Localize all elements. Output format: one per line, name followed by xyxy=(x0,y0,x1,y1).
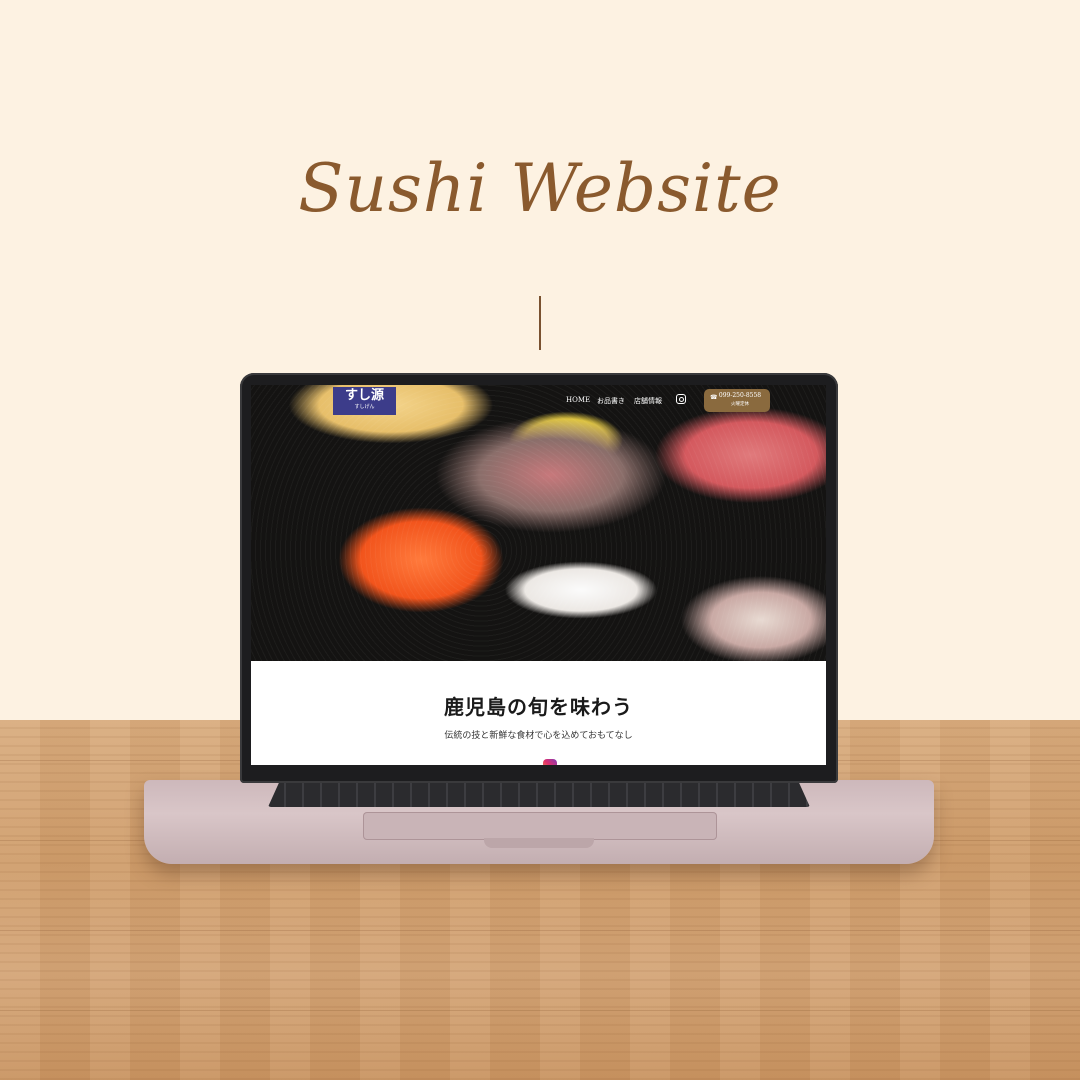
headline: Sushi Website xyxy=(298,150,782,227)
nav-menu[interactable]: お品書き xyxy=(597,396,625,406)
nav-home[interactable]: HOME xyxy=(566,396,590,404)
laptop-trackpad xyxy=(363,812,717,840)
instagram-icon[interactable] xyxy=(676,394,686,404)
laptop-notch xyxy=(484,838,594,848)
site-title: 鹿児島の旬を味わう xyxy=(444,695,633,719)
instagram-footer-icon[interactable] xyxy=(543,759,557,765)
phone-note: 火曜定休 xyxy=(731,402,749,407)
site-logo[interactable]: すし源 すしげん xyxy=(333,387,396,415)
laptop-screen: すし源 すしげん HOME お品書き 店舗情報 ☎ 099-250-8558 火… xyxy=(251,385,826,765)
site-nav: すし源 すしげん HOME お品書き 店舗情報 ☎ 099-250-8558 火… xyxy=(251,385,826,417)
logo-subtext: すしげん xyxy=(354,404,375,410)
site-subtitle: 伝統の技と新鮮な食材で心を込めておもてなし xyxy=(444,731,633,741)
divider-line xyxy=(539,296,541,350)
phone-button[interactable]: ☎ 099-250-8558 火曜定休 xyxy=(704,389,770,412)
hero-image xyxy=(251,385,826,661)
laptop-keyboard xyxy=(268,783,810,807)
nav-store-info[interactable]: 店舗情報 xyxy=(634,396,662,406)
logo-text: すし源 xyxy=(344,388,384,403)
phone-icon: ☎ xyxy=(710,394,718,401)
